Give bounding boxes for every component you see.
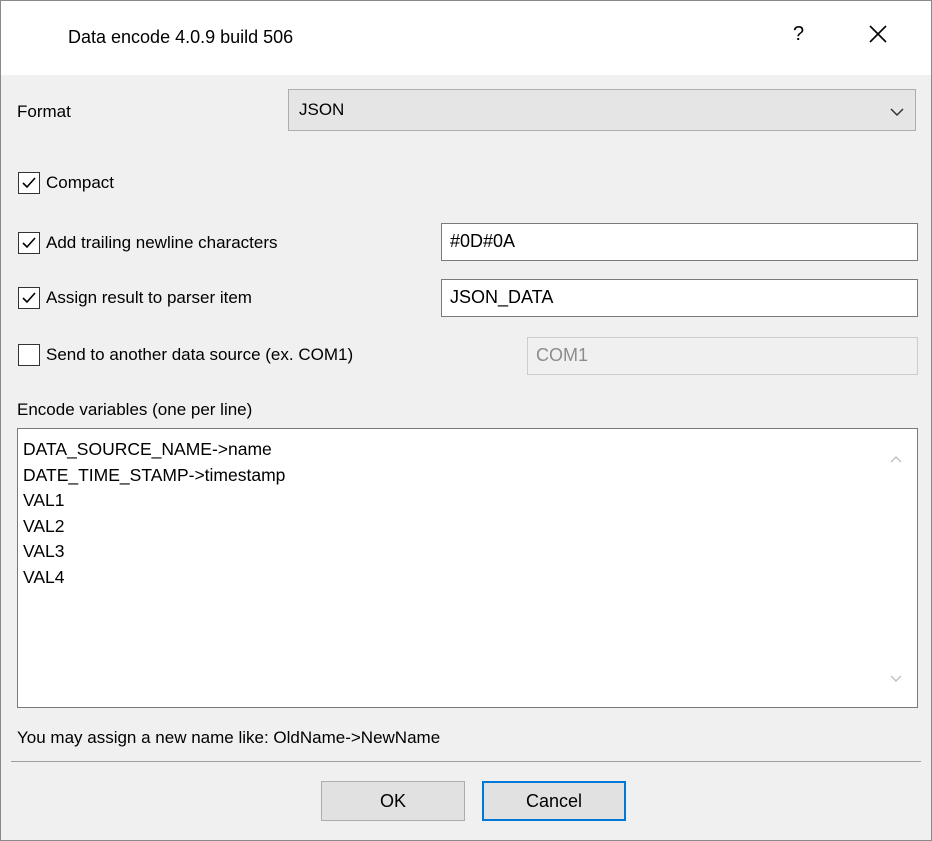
variable-line: DATE_TIME_STAMP->timestamp [23, 464, 286, 485]
trailing-newline-label[interactable]: Add trailing newline characters [46, 233, 278, 253]
variables-lines: DATA_SOURCE_NAME->name DATE_TIME_STAMP->… [23, 437, 285, 590]
help-button[interactable]: ? [793, 23, 804, 46]
scroll-up-icon[interactable] [889, 449, 903, 469]
data-source-field: COM1 [527, 337, 918, 375]
encode-variables-textarea[interactable]: DATA_SOURCE_NAME->name DATE_TIME_STAMP->… [17, 428, 918, 708]
variable-line: VAL4 [23, 566, 65, 587]
cancel-button[interactable]: Cancel [482, 781, 626, 821]
variable-line: VAL1 [23, 490, 65, 510]
variable-line: DATA_SOURCE_NAME->name [23, 439, 272, 459]
window-title: Data encode 4.0.9 build 506 [68, 27, 294, 47]
divider [11, 761, 921, 762]
variable-line: VAL3 [23, 541, 65, 561]
dialog-window: Data encode 4.0.9 build 506 ? Format JSO… [0, 0, 932, 841]
send-to-source-checkbox[interactable] [18, 344, 40, 366]
parser-item-field[interactable]: JSON_DATA [441, 279, 918, 317]
send-to-source-label[interactable]: Send to another data source (ex. COM1) [46, 345, 353, 365]
compact-checkbox[interactable] [18, 172, 40, 194]
format-select[interactable]: JSON [288, 89, 916, 131]
assign-result-checkbox[interactable] [18, 287, 40, 309]
trailing-newline-checkbox[interactable] [18, 232, 40, 254]
format-label: Format [17, 102, 71, 121]
title-bar[interactable]: Data encode 4.0.9 build 506 ? [1, 1, 931, 75]
chevron-down-icon [889, 104, 905, 118]
encode-variables-label: Encode variables (one per line) [17, 400, 253, 419]
rename-hint: You may assign a new name like: OldName-… [17, 728, 441, 747]
compact-label[interactable]: Compact [46, 173, 114, 193]
format-selected-value: JSON [299, 100, 345, 119]
variable-line: VAL2 [23, 515, 65, 536]
scroll-down-icon[interactable] [889, 669, 903, 689]
close-icon[interactable] [863, 19, 893, 49]
ok-button[interactable]: OK [321, 781, 465, 821]
trailing-newline-field[interactable]: #0D#0A [441, 223, 918, 261]
assign-result-label[interactable]: Assign result to parser item [46, 288, 252, 308]
